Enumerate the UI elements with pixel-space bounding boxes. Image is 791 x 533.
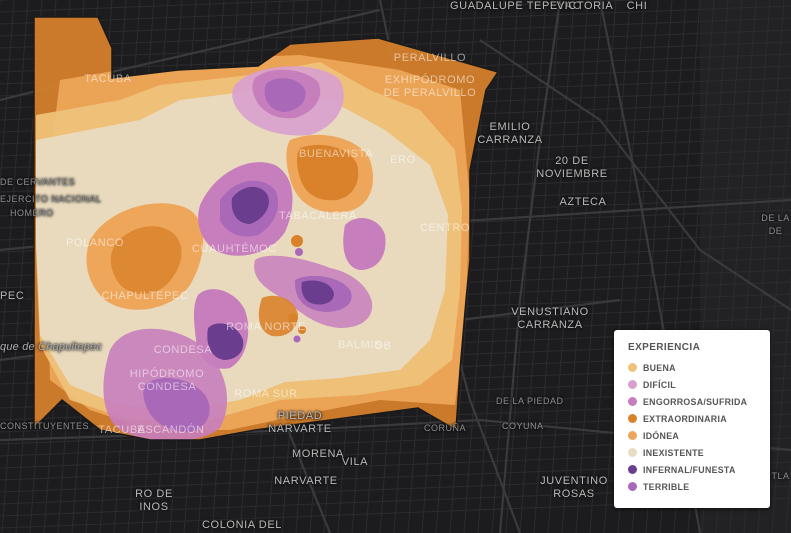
legend-label: ENGORROSA/SUFRIDA: [643, 396, 748, 407]
legend-swatch: [628, 465, 637, 474]
legend-label: TERRIBLE: [643, 481, 690, 492]
legend-item: INFERNAL/FUNESTA: [628, 461, 756, 478]
label-exhipodromo: EXHIPÓDROMO DE PERALVILLO: [383, 74, 477, 99]
label-tla: TLA: [771, 471, 790, 481]
label-escandon: ESCANDÓN: [137, 424, 205, 436]
legend-label: INEXISTENTE: [643, 447, 704, 458]
label-tacuba: TACUBA: [84, 73, 132, 85]
legend-swatch: [628, 380, 637, 389]
legend-swatch: [628, 363, 637, 372]
label-vila: VILA: [341, 456, 369, 468]
zone-terrible-dot2: [293, 335, 301, 343]
legend-item: BUENA: [628, 359, 756, 376]
legend-label: IDÓNEA: [643, 430, 680, 441]
legend-item: IDÓNEA: [628, 427, 756, 444]
label-rodeinos: RO DE INOS: [135, 488, 173, 513]
map-container[interactable]: GUADALUPE TEPEYAC VICTORIA CHI TACUBA PE…: [0, 0, 791, 533]
label-20-noviembre: 20 DE NOVIEMBRE: [536, 155, 608, 180]
zone-extra-dot1: [291, 235, 303, 247]
label-bosque: que de Chapultepec: [0, 341, 103, 353]
label-chapultepec: CHAPULTEPEC: [101, 290, 189, 302]
label-ero: ERO: [390, 154, 416, 166]
label-venustiano-carranza: VENUSTIANO CARRANZA: [511, 306, 589, 331]
legend-label: EXTRAORDINARIA: [643, 413, 727, 424]
label-roma-sur: ROMA SUR: [234, 388, 298, 400]
label-juventino-rosas: JUVENTINO ROSAS: [540, 475, 608, 500]
label-cervantes: DE CERVANTES: [0, 177, 76, 187]
label-azteca: AZTECA: [559, 196, 607, 208]
label-cuauhtemoc: CUAUHTÉMOC: [192, 243, 277, 255]
legend-label: DIFÍCIL: [643, 379, 676, 390]
legend-item: INEXISTENTE: [628, 444, 756, 461]
legend-swatch: [628, 431, 637, 440]
label-pec: PEC: [0, 290, 25, 302]
label-roma-norte: ROMA NORTE: [226, 321, 306, 333]
label-buenavista: BUENAVISTA: [298, 148, 374, 160]
legend-swatch: [628, 397, 637, 406]
label-emilio-carranza: EMILIO CARRANZA: [477, 121, 543, 146]
legend-label: BUENA: [643, 362, 676, 373]
legend-swatch: [628, 448, 637, 457]
label-tabacalera: TABACALERA: [279, 210, 357, 222]
legend: EXPERIENCIA BUENA DIFÍCIL ENGORROSA/SUFRID…: [614, 330, 770, 508]
label-peralvillo: PERALVILLO: [393, 52, 467, 64]
legend-item: DIFÍCIL: [628, 376, 756, 393]
label-condesa: CONDESA: [153, 344, 213, 356]
legend-swatch: [628, 414, 637, 423]
label-centro: CENTRO: [419, 222, 471, 234]
legend-swatch: [628, 482, 637, 491]
label-de-la: DE LA DE: [761, 213, 790, 236]
label-de-la-piedad: DE LA PIEDAD: [496, 396, 564, 406]
label-hipodromo: HIPÓDROMO CONDESA: [129, 368, 205, 393]
label-victoria: VICTORIA: [556, 0, 614, 12]
zone-terrible-dot1: [295, 248, 303, 256]
label-narvarte: NARVARTE: [274, 475, 338, 487]
legend-item: EXTRAORDINARIA: [628, 410, 756, 427]
legend-label: INFERNAL/FUNESTA: [643, 464, 736, 475]
label-chi: CHI: [626, 0, 648, 12]
label-polanco: POLANCO: [66, 237, 124, 249]
label-guadalupe-tepeyac: GUADALUPE TEPEYAC: [450, 0, 582, 12]
label-coyuna: COYUNA: [502, 421, 544, 431]
label-piedad-narvarte: PIEDAD NARVARTE: [268, 410, 332, 435]
legend-item: ENGORROSA/SUFRIDA: [628, 393, 756, 410]
label-colonia-del: COLONIA DEL: [202, 519, 282, 531]
legend-item: TERRIBLE: [628, 478, 756, 495]
label-coruna: CORUÑA: [423, 423, 466, 433]
label-ob: OB: [374, 340, 392, 352]
label-ejercito: EJERCITO NACIONAL: [0, 194, 102, 204]
label-constituyentes: CONSTITUYENTES: [0, 421, 90, 431]
label-homero: HOMERO: [10, 208, 54, 218]
legend-title: EXPERIENCIA: [628, 342, 701, 353]
